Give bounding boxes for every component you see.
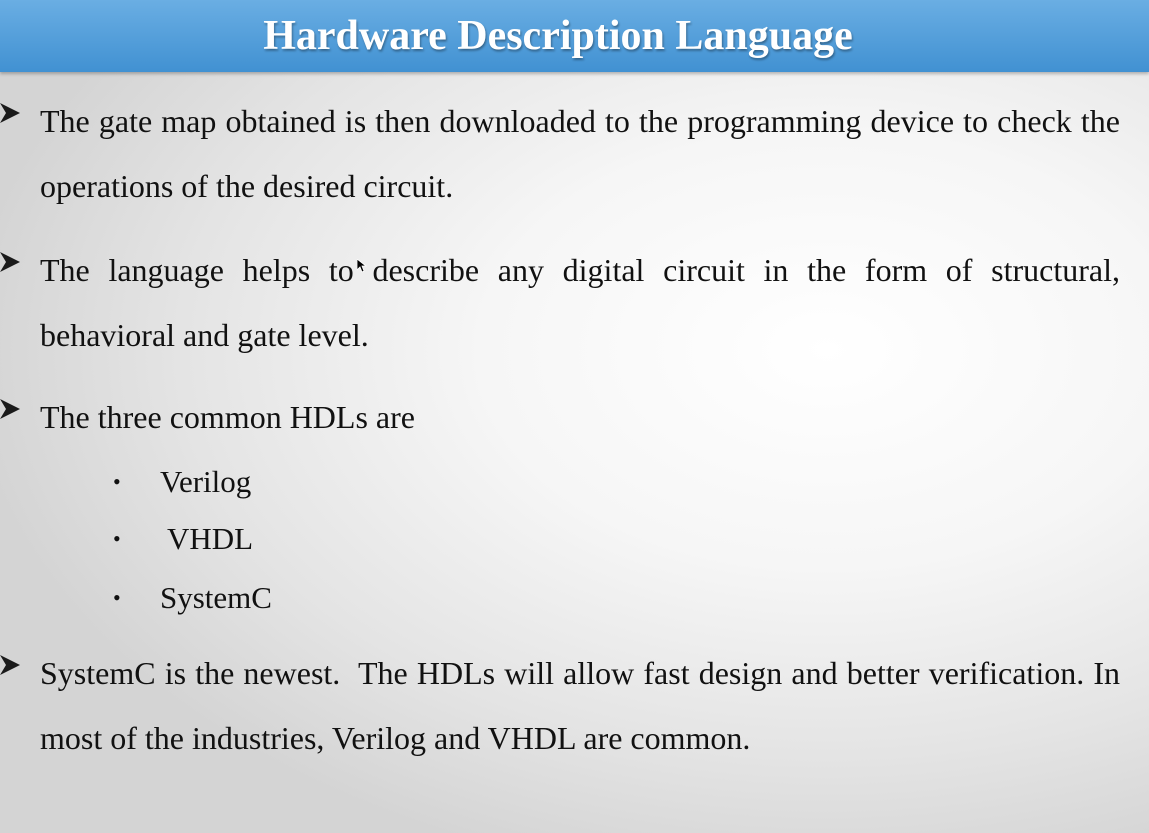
sub-bullet-text: VHDL [167,521,254,556]
arrowhead-bullet-icon [0,399,20,419]
sub-bullet-marker: • [113,469,121,494]
sub-bullet-text: SystemC [160,580,272,615]
bullet-text: The three common HDLs are [40,399,415,435]
bullet-text: The gate map obtained is then downloaded… [40,103,1120,204]
sub-bullet-marker: • [113,526,121,551]
bullet-text: The language helps to describe any digit… [40,252,1120,353]
slide-title: Hardware Description Language [263,13,853,59]
sub-bullet-text: Verilog [160,464,252,499]
arrowhead-bullet-icon [0,655,20,675]
mouse-pointer-icon [357,259,367,273]
sub-bullet-item: • SystemC [113,578,272,618]
bullet-text: SystemC is the newest. The HDLs will all… [40,655,1128,756]
sub-bullet-item: • VHDL [113,519,253,559]
title-bar: Hardware Description Language [0,0,1149,72]
arrowhead-bullet-icon [0,252,20,272]
sub-bullet-marker: • [113,585,121,610]
arrowhead-bullet-icon [0,103,20,123]
sub-bullet-item: • Verilog [113,462,251,502]
